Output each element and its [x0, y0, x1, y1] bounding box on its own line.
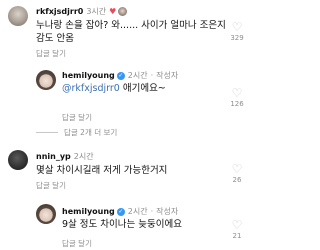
author-liked-avatar	[118, 7, 128, 16]
heart-outline-icon: ♡	[231, 20, 243, 34]
reply-button[interactable]: 답글 달기	[36, 48, 66, 59]
comment-time: 3시간	[86, 7, 107, 16]
like-count: 21	[232, 232, 242, 240]
avatar[interactable]	[8, 150, 28, 170]
avatar[interactable]	[36, 204, 56, 224]
like-button[interactable]: ♡ 26	[230, 163, 244, 184]
like-count: 126	[230, 100, 244, 108]
heart-icon: ♥	[109, 7, 117, 16]
author-tag: 작성자	[156, 71, 179, 80]
like-button[interactable]: ♡ 329	[230, 21, 244, 42]
heart-outline-icon: ♡	[231, 218, 243, 232]
like-button[interactable]: ♡ 21	[230, 219, 244, 240]
like-count: 26	[232, 176, 242, 184]
divider	[36, 132, 58, 133]
reply-button[interactable]: 답글 달기	[62, 112, 92, 123]
comment-item: rkfxjsdjrr0 3시간 ♥ 누나랑 손을 잡아? 와...... 사이가…	[0, 0, 250, 60]
comment-item: nnin_yp 2시간 몇살 차이시길래 저게 가능한거지 답글 달기 ♡ 26	[0, 146, 250, 192]
comment-item: hemilyoung ✓ 2시간 · 작성자 9살 정도 차이나는 늦둥이에요 …	[0, 200, 250, 250]
like-button[interactable]: ♡ 126	[230, 87, 244, 108]
reply-button[interactable]: 답글 달기	[62, 238, 92, 249]
mention-link[interactable]: @rkfxjsdjrr0	[62, 83, 120, 94]
comment-time: 2시간	[73, 152, 94, 161]
comment-username[interactable]: hemilyoung	[62, 207, 115, 216]
comment-text: @rkfxjsdjrr0 애기에요~	[62, 82, 166, 95]
comment-text-body: 애기에요~	[119, 83, 166, 94]
heart-outline-icon: ♡	[231, 162, 243, 176]
like-count: 329	[230, 34, 244, 42]
separator-dot: ·	[150, 71, 154, 80]
reply-button[interactable]: 답글 달기	[36, 180, 66, 191]
comment-time: 2시간	[127, 207, 148, 216]
comment-text: 누나랑 손을 잡아? 와...... 사이가 얼마나 조은지 감도 안옴	[36, 19, 226, 45]
comment-text-line: 누나랑 손을 잡아? 와...... 사이가 얼마나 조은지	[36, 20, 226, 31]
comment-username[interactable]: hemilyoung	[62, 71, 115, 80]
author-tag: 작성자	[156, 207, 179, 216]
heart-outline-icon: ♡	[231, 86, 243, 100]
comment-username[interactable]: rkfxjsdjrr0	[36, 7, 83, 16]
separator-dot: ·	[150, 207, 154, 216]
comment-text: 몇살 차이시길래 저게 가능한거지	[36, 165, 168, 176]
avatar[interactable]	[36, 70, 56, 90]
comment-text: 9살 정도 차이나는 늦둥이에요	[62, 219, 182, 230]
verified-badge-icon: ✓	[116, 71, 125, 80]
verified-badge-icon: ✓	[116, 207, 125, 216]
comment-time: 2시간	[127, 71, 148, 80]
comment-text-line: 감도 안옴	[36, 33, 74, 44]
comment-username[interactable]: nnin_yp	[36, 152, 71, 161]
avatar[interactable]	[8, 6, 28, 26]
comment-item: hemilyoung ✓ 2시간 · 작성자 @rkfxjsdjrr0 애기에요…	[0, 66, 250, 122]
view-more-replies-button[interactable]: 답글 2개 더 보기	[64, 127, 117, 138]
